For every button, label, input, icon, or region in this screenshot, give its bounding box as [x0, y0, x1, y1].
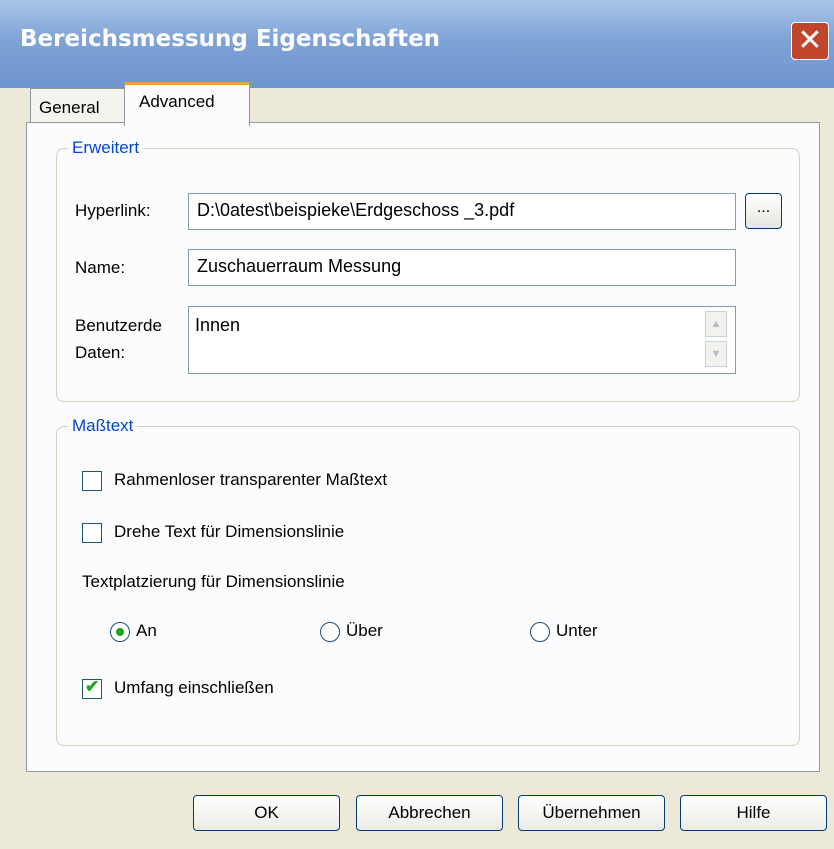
- check-icon: ✔: [85, 677, 100, 696]
- browse-button[interactable]: ...: [745, 193, 782, 229]
- name-input[interactable]: Zuschauerraum Messung: [188, 249, 736, 286]
- radio-an-label[interactable]: An: [136, 621, 157, 641]
- close-button[interactable]: ✕: [791, 22, 829, 60]
- radio-unter-label[interactable]: Unter: [556, 621, 598, 641]
- cancel-label: Abbrechen: [388, 803, 471, 822]
- group-masstext-legend: Maßtext: [68, 416, 138, 436]
- help-button[interactable]: Hilfe: [680, 795, 827, 831]
- frameless-label[interactable]: Rahmenloser transparenter Maßtext: [114, 470, 387, 490]
- name-value: Zuschauerraum Messung: [197, 256, 402, 276]
- scroll-up-icon[interactable]: ▲: [705, 311, 727, 337]
- userdata-value: Innen: [195, 315, 241, 335]
- radio-ueber[interactable]: [320, 622, 340, 642]
- cancel-button[interactable]: Abbrechen: [356, 795, 503, 831]
- browse-label: ...: [756, 199, 771, 216]
- perimeter-checkbox[interactable]: ✔: [82, 677, 102, 699]
- rotate-checkbox[interactable]: [82, 523, 102, 543]
- ok-button[interactable]: OK: [193, 795, 340, 831]
- tab-advanced[interactable]: Advanced: [124, 82, 250, 126]
- frameless-checkbox[interactable]: [82, 471, 102, 491]
- help-label: Hilfe: [736, 803, 771, 822]
- perimeter-label[interactable]: Umfang einschließen: [114, 678, 274, 698]
- apply-button[interactable]: Übernehmen: [518, 795, 665, 831]
- group-erweitert-legend: Erweitert: [68, 138, 144, 158]
- ok-label: OK: [254, 803, 279, 822]
- userdata-scrollbar[interactable]: ▲ ▼: [705, 311, 729, 369]
- scroll-down-icon[interactable]: ▼: [705, 341, 727, 367]
- hyperlink-input[interactable]: D:\0atest\beispieke\Erdgeschoss _3.pdf: [188, 193, 736, 230]
- title-bar: Bereichsmessung Eigenschaften ✕: [0, 0, 834, 88]
- tab-advanced-label: Advanced: [139, 92, 215, 111]
- close-icon: ✕: [797, 23, 823, 58]
- radio-an[interactable]: [110, 622, 130, 642]
- name-label: Name:: [75, 258, 126, 277]
- userdata-textarea[interactable]: Innen ▲ ▼: [188, 306, 736, 374]
- userdata-label-line1: Benutzerde: [75, 316, 162, 335]
- radio-selected-dot: [116, 628, 124, 636]
- userdata-label-line2: Daten:: [75, 343, 126, 362]
- tab-general[interactable]: General: [30, 88, 125, 124]
- radio-ueber-label[interactable]: Über: [346, 621, 383, 641]
- apply-label: Übernehmen: [542, 803, 641, 822]
- hyperlink-label: Hyperlink:: [75, 201, 151, 220]
- placement-label: Textplatzierung für Dimensionslinie: [82, 572, 345, 591]
- tab-general-label: General: [39, 98, 100, 117]
- window-title: Bereichsmessung Eigenschaften: [20, 26, 441, 52]
- hyperlink-value: D:\0atest\beispieke\Erdgeschoss _3.pdf: [197, 200, 515, 220]
- radio-unter[interactable]: [530, 622, 550, 642]
- rotate-label[interactable]: Drehe Text für Dimensionslinie: [114, 522, 344, 542]
